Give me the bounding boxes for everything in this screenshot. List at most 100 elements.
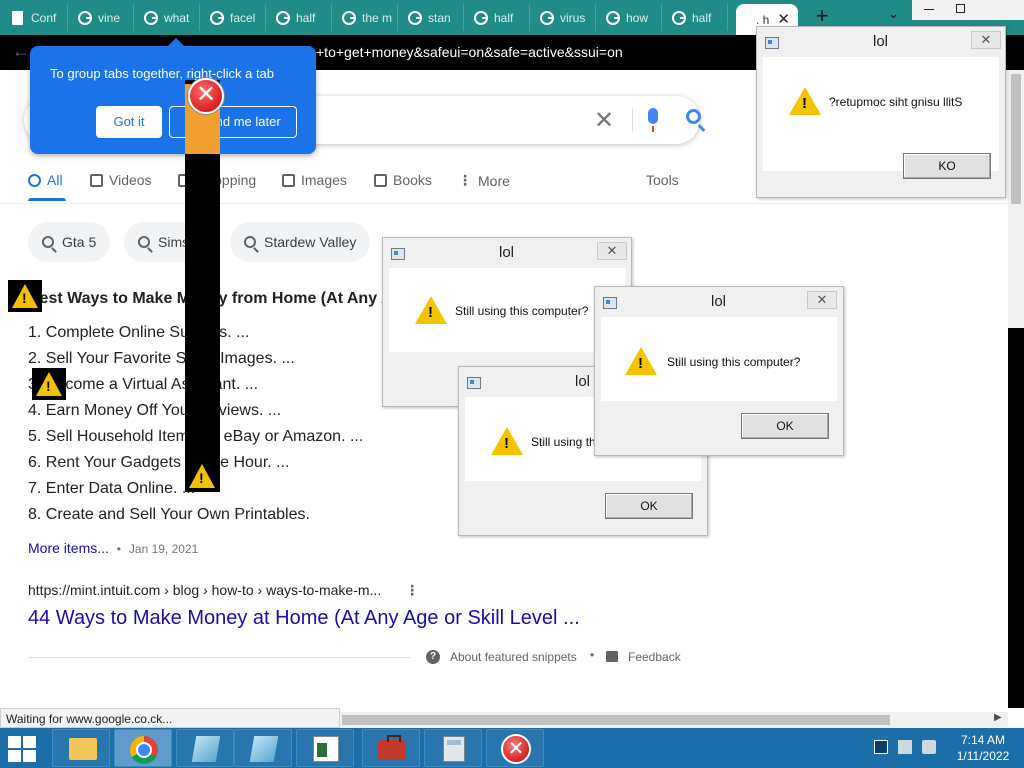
back-arrow-icon[interactable]: ← (12, 41, 30, 62)
search-icon[interactable] (686, 109, 701, 124)
tab-label: All (47, 172, 63, 188)
tab-groups-promo: To group tabs together, right-click a ta… (30, 38, 316, 154)
divider (28, 657, 410, 658)
google-icon (210, 10, 224, 25)
maximize-icon[interactable] (956, 4, 965, 13)
tab-all[interactable]: All (28, 172, 63, 188)
tab-label: Videos (109, 172, 152, 188)
clock-time: 7:14 AM (960, 733, 1006, 747)
calculator-icon (443, 736, 465, 762)
tab-label: Books (393, 172, 432, 188)
tab-label: facel (230, 10, 256, 25)
browser-tab[interactable]: half (268, 4, 332, 31)
search-icon (28, 173, 41, 187)
divider (632, 108, 633, 132)
feedback-link[interactable]: Feedback (628, 650, 681, 664)
window-controls (912, 0, 1024, 20)
mic-icon[interactable] (648, 108, 658, 132)
tab-images[interactable]: Images (282, 172, 347, 188)
browser-tab[interactable]: stan (400, 4, 464, 31)
scrollbar-thumb[interactable] (1011, 74, 1021, 204)
taskbar-notepad[interactable] (234, 729, 292, 767)
browser-tab[interactable]: virus (532, 4, 596, 31)
result-cite: https://mint.intuit.com › blog › how-to … (28, 582, 419, 599)
dialog-title: lol (575, 373, 591, 390)
browser-tab[interactable]: half (664, 4, 728, 31)
snippet-date: Jan 19, 2021 (128, 542, 199, 556)
feedback-icon (606, 651, 618, 662)
result-menu-icon[interactable]: ⋮ (405, 582, 419, 598)
tools-label: Tools (646, 172, 679, 188)
start-button[interactable] (8, 736, 38, 762)
dialog-title: lol (873, 33, 889, 50)
tab-books[interactable]: Books (374, 172, 432, 188)
browser-tab[interactable]: the m (334, 4, 398, 31)
browser-tab[interactable]: half (466, 4, 530, 31)
search-icon (244, 236, 256, 248)
google-icon (342, 10, 356, 25)
related-chip[interactable]: Gta 5 (28, 222, 111, 262)
clear-icon[interactable]: ✕ (594, 106, 614, 135)
browser-tab[interactable]: how (598, 4, 662, 31)
new-tab-button[interactable]: + (812, 4, 832, 28)
volume-icon[interactable] (922, 740, 936, 754)
dialog-title: lol (499, 244, 515, 261)
scroll-right-icon[interactable]: ▶ (994, 712, 1002, 723)
more-items-row: More items... • Jan 19, 2021 (28, 540, 198, 556)
close-icon[interactable]: ✕ (971, 31, 1001, 49)
more-items-link[interactable]: More items... (28, 540, 109, 556)
taskbar-chrome[interactable] (114, 729, 172, 767)
message-dialog: lol ✕ ?retupmoc siht gnisu llitS KO (756, 26, 1006, 198)
tab-more[interactable]: ⋮ More (458, 172, 510, 189)
browser-tab[interactable]: Conf (4, 4, 68, 31)
ok-button[interactable]: OK (741, 413, 829, 439)
close-icon[interactable]: ✕ (807, 291, 837, 309)
network-icon[interactable] (898, 740, 912, 754)
dialog-title: lol (711, 293, 727, 310)
minimize-icon[interactable] (924, 9, 934, 10)
flag-icon[interactable] (874, 740, 888, 754)
tab-label: . h (756, 12, 770, 27)
date-separator: • (116, 542, 121, 556)
error-icon: ✕ (501, 734, 531, 764)
google-icon (672, 10, 686, 25)
browser-tab[interactable]: what (136, 4, 200, 31)
ok-button[interactable]: OK (605, 493, 693, 519)
video-icon (90, 173, 103, 187)
tools-button[interactable]: Tools (646, 172, 679, 188)
google-icon (276, 10, 290, 25)
taskbar-calculator[interactable] (424, 729, 482, 767)
horizontal-scrollbar[interactable]: ▶ (340, 712, 1008, 728)
taskbar-error[interactable]: ✕ (486, 729, 544, 767)
result-title-link[interactable]: 44 Ways to Make Money at Home (At Any Ag… (28, 607, 580, 630)
browser-tab[interactable]: facel (202, 4, 266, 31)
system-tray (870, 740, 940, 758)
got-it-button[interactable]: Got it (96, 106, 162, 138)
window-icon (391, 248, 405, 260)
ko-button[interactable]: KO (903, 153, 991, 179)
taskbar-explorer[interactable] (52, 729, 110, 767)
scrollbar-thumb[interactable] (342, 715, 890, 725)
warning-icon (415, 296, 447, 324)
browser-tab[interactable]: vine (70, 4, 134, 31)
notepad-icon (249, 736, 279, 762)
search-icon (42, 236, 54, 248)
close-icon[interactable]: ✕ (597, 242, 627, 260)
about-snippets-link[interactable]: About featured snippets (450, 650, 577, 664)
tab-label: how (626, 10, 649, 25)
taskbar-document[interactable] (296, 729, 354, 767)
tab-label: vine (98, 10, 121, 25)
tab-videos[interactable]: Videos (90, 172, 152, 188)
book-icon (374, 173, 387, 187)
taskbar-notepad[interactable] (176, 729, 234, 767)
separator: • (590, 648, 595, 662)
warning-icon (625, 347, 657, 375)
dialog-body: Still using this computer? (601, 317, 837, 401)
related-chip[interactable]: Stardew Valley (230, 222, 371, 262)
tab-search-button[interactable]: ⌄ (888, 6, 899, 22)
chip-label: Gta 5 (62, 234, 97, 250)
clock[interactable]: 7:14 AM 1/11/2022 (948, 732, 1018, 764)
taskbar-toolbox[interactable] (362, 729, 420, 767)
url-text[interactable]: +to+get+money&safeui=on&safe=active&ssui… (316, 44, 623, 60)
google-icon (144, 10, 158, 25)
